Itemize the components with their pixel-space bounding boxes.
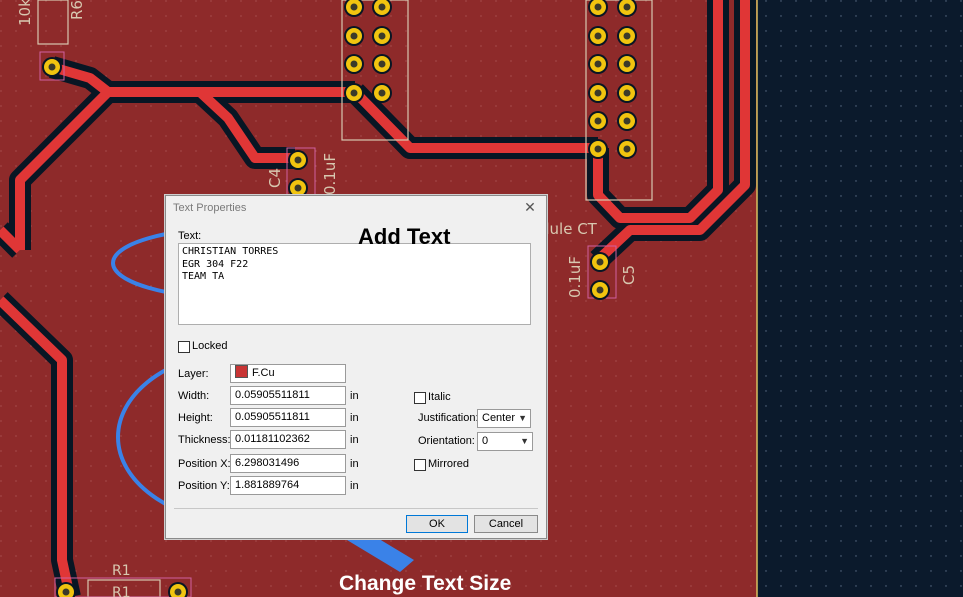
position-x-unit: in — [350, 458, 359, 470]
pad-drill-hole — [623, 89, 631, 97]
pad-drill-hole — [594, 145, 602, 153]
pad-drill-hole — [294, 184, 302, 192]
text-properties-dialog: Text Properties ✕ Text: CHRISTIAN TORRES… — [165, 195, 547, 539]
pad-drill-hole — [594, 117, 602, 125]
pad-drill-hole — [378, 60, 386, 68]
silk-label-c4: C4 — [266, 168, 284, 188]
pad-drill-hole — [294, 156, 302, 164]
pad-drill-hole — [62, 588, 70, 596]
silk-label-r1-ref: R1 — [112, 585, 131, 597]
text-content-textarea[interactable]: CHRISTIAN TORRES EGR 304 F22 TEAM TA — [178, 243, 531, 325]
change-text-size-annotation: Change Text Size — [339, 572, 512, 595]
pad-drill-hole — [378, 3, 386, 11]
pad-drill-hole — [596, 258, 604, 266]
layer-value: F.Cu — [252, 367, 275, 379]
dialog-separator — [174, 508, 538, 509]
orientation-label: Orientation: — [418, 435, 475, 447]
height-input[interactable]: 0.05905511811 — [230, 408, 346, 427]
pad-drill-hole — [594, 3, 602, 11]
height-label: Height: — [178, 412, 213, 424]
pad-drill-hole — [623, 117, 631, 125]
layer-color-swatch — [235, 365, 248, 378]
text-field-label: Text: — [178, 230, 202, 242]
dialog-title: Text Properties — [173, 202, 247, 214]
justification-value: Center — [482, 412, 516, 424]
pad-drill-hole — [378, 32, 386, 40]
position-x-input[interactable]: 6.298031496 — [230, 454, 346, 473]
silk-label-module: dule CT — [540, 220, 598, 238]
silk-label-c5: C5 — [620, 265, 638, 285]
pad-drill-hole — [350, 89, 358, 97]
pad-drill-hole — [623, 32, 631, 40]
position-x-label: Position X: — [178, 458, 231, 470]
mirrored-checkbox[interactable] — [414, 459, 426, 471]
close-icon[interactable]: ✕ — [522, 199, 538, 215]
pad-drill-hole — [594, 60, 602, 68]
italic-checkbox[interactable] — [414, 392, 426, 404]
pad-drill-hole — [378, 89, 386, 97]
pad-drill-hole — [350, 60, 358, 68]
pad-drill-hole — [623, 60, 631, 68]
mirrored-label: Mirrored — [428, 458, 469, 470]
silk-label-r6: R6 — [68, 0, 86, 20]
text-line: TEAM TA — [182, 271, 225, 282]
italic-label: Italic — [428, 391, 451, 403]
height-unit: in — [350, 412, 359, 424]
chevron-down-icon: ▼ — [518, 413, 527, 423]
chevron-down-icon: ▼ — [520, 436, 529, 446]
silk-label-r1: R1 — [112, 563, 131, 579]
thickness-label: Thickness: — [178, 434, 231, 446]
add-text-annotation: Add Text — [358, 224, 451, 249]
thickness-unit: in — [350, 434, 359, 446]
pad-drill-hole — [594, 89, 602, 97]
justification-select[interactable]: Center ▼ — [477, 409, 531, 428]
pad-drill-hole — [623, 3, 631, 11]
locked-checkbox[interactable] — [178, 341, 190, 353]
pad-drill-hole — [48, 63, 56, 71]
width-unit: in — [350, 390, 359, 402]
pad-drill-hole — [350, 3, 358, 11]
pad-drill-hole — [594, 32, 602, 40]
orientation-value: 0 — [482, 435, 489, 447]
pad-drill-hole — [174, 588, 182, 596]
layer-label: Layer: — [178, 368, 209, 380]
justification-label: Justification: — [418, 412, 479, 424]
silk-label-10k: 10k — [16, 0, 34, 26]
orientation-select[interactable]: 0 ▼ — [477, 432, 533, 451]
locked-label: Locked — [192, 340, 228, 352]
width-input[interactable]: 0.05905511811 — [230, 386, 346, 405]
text-line: EGR 304 F22 — [182, 258, 249, 270]
cancel-button[interactable]: Cancel — [474, 515, 538, 533]
silk-label-c4-value: 0.1uF — [321, 153, 339, 195]
position-y-label: Position Y: — [178, 480, 230, 492]
layer-select[interactable]: F.Cu — [230, 364, 346, 383]
thickness-input[interactable]: 0.01181102362 — [230, 430, 346, 449]
silk-label-c5-value: 0.1uF — [566, 256, 584, 298]
ok-button[interactable]: OK — [406, 515, 468, 533]
position-y-input[interactable]: 1.881889764 — [230, 476, 346, 495]
pad-drill-hole — [596, 286, 604, 294]
position-y-unit: in — [350, 480, 359, 492]
width-label: Width: — [178, 390, 210, 402]
pad-drill-hole — [623, 145, 631, 153]
text-line: CHRISTIAN TORRES — [182, 246, 279, 257]
pad-drill-hole — [350, 32, 358, 40]
